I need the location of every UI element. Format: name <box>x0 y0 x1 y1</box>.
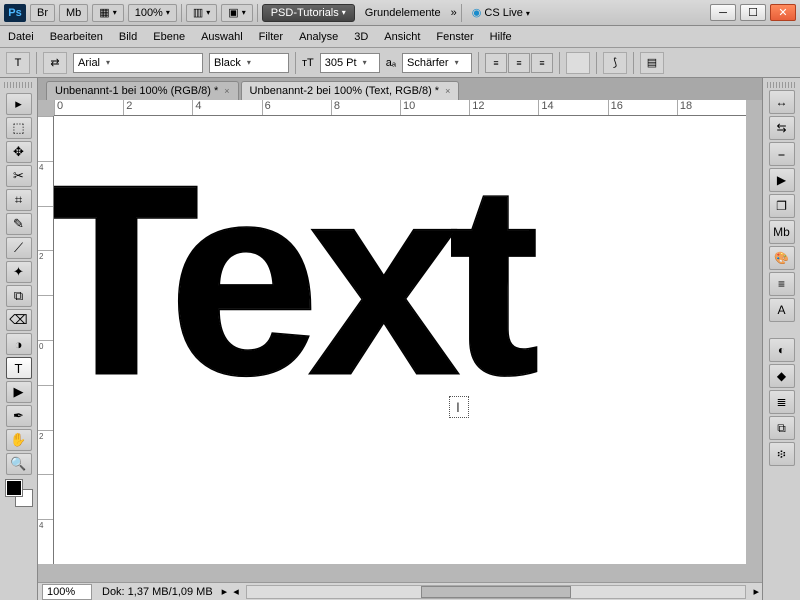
tool-button[interactable]: ⬚ <box>6 117 32 139</box>
tool-button[interactable]: ⌫ <box>6 309 32 331</box>
tool-button[interactable]: ⟋ <box>6 237 32 259</box>
panel-icon[interactable]: ፨ <box>769 442 795 466</box>
menu-filter[interactable]: Filter <box>259 31 283 43</box>
workspace-a[interactable]: PSD-Tutorials <box>262 4 355 22</box>
panel-icon[interactable]: ❐ <box>769 194 795 218</box>
separator <box>257 4 258 22</box>
menu-bearbeiten[interactable]: Bearbeiten <box>50 31 103 43</box>
horizontal-ruler: 024681012141618 <box>54 100 746 116</box>
minimize-button[interactable]: ─ <box>710 4 736 21</box>
tool-button[interactable]: ◑ <box>6 333 32 355</box>
font-size-select[interactable]: 305 Pt <box>320 53 380 73</box>
panel-icon[interactable]: ▶ <box>769 168 795 192</box>
minibridge-button[interactable]: Mb <box>59 4 88 22</box>
tool-button[interactable]: ▸ <box>6 93 32 115</box>
panel-icon[interactable]: 🎨 <box>769 246 795 270</box>
bridge-button[interactable]: Br <box>30 4 55 22</box>
tool-button[interactable]: 🔍 <box>6 453 32 475</box>
tool-button[interactable]: ⧉ <box>6 285 32 307</box>
tool-button[interactable]: T <box>6 357 32 379</box>
cs-live[interactable]: ◉ CS Live <box>466 4 536 21</box>
text-tool-indicator[interactable]: T <box>6 52 30 74</box>
align-right-button[interactable]: ≡ <box>531 53 553 73</box>
document-tab[interactable]: Unbenannt-1 bei 100% (RGB/8) *× <box>46 81 239 100</box>
panel-icon[interactable]: Mb <box>769 220 795 244</box>
canvas[interactable]: Text <box>54 116 746 564</box>
menu-ebene[interactable]: Ebene <box>153 31 185 43</box>
antialias-icon: aₐ <box>386 57 396 69</box>
menu-auswahl[interactable]: Auswahl <box>201 31 243 43</box>
zoom-menu[interactable]: 100% <box>128 4 177 22</box>
horizontal-scrollbar[interactable] <box>246 585 747 599</box>
arrange-menu[interactable]: ▥ <box>186 4 217 22</box>
tool-button[interactable]: ✎ <box>6 213 32 235</box>
panel-icon[interactable]: ≣ <box>769 390 795 414</box>
scroll-right-icon[interactable]: ▸ <box>750 585 762 598</box>
workspace-b[interactable]: Grundelemente <box>359 5 447 21</box>
doc-info-arrow-icon[interactable]: ▸ <box>219 585 231 598</box>
workspace-more-icon[interactable]: » <box>451 7 457 19</box>
panel-icon[interactable]: ≡ <box>769 272 795 296</box>
doc-info[interactable]: Dok: 1,37 MB/1,09 MB <box>96 586 219 598</box>
panel-icon[interactable]: ⎯ <box>769 142 795 166</box>
maximize-button[interactable]: ☐ <box>740 4 766 21</box>
app-logo: Ps <box>4 4 26 22</box>
panel-grip[interactable] <box>4 82 34 88</box>
panel-grip[interactable] <box>767 82 797 88</box>
tool-button[interactable]: ✒ <box>6 405 32 427</box>
menu-bild[interactable]: Bild <box>119 31 137 43</box>
panel-icon[interactable]: ↔ <box>769 90 795 114</box>
antialias-select[interactable]: Schärfer <box>402 53 472 73</box>
panel-icon[interactable]: ◐ <box>769 338 795 362</box>
text-orientation-button[interactable]: ⇄ <box>43 52 67 74</box>
text-cursor <box>449 396 469 418</box>
close-tab-icon[interactable]: × <box>445 86 450 96</box>
font-family-select[interactable]: Arial <box>73 53 203 73</box>
text-layer[interactable]: Text <box>54 126 529 436</box>
align-left-button[interactable]: ≡ <box>485 53 507 73</box>
font-weight-select[interactable]: Black <box>209 53 289 73</box>
document-tab[interactable]: Unbenannt-2 bei 100% (Text, RGB/8) *× <box>241 81 460 100</box>
tool-button[interactable]: ▶ <box>6 381 32 403</box>
screen-mode-menu[interactable]: ▣ <box>221 4 252 22</box>
panel-icon[interactable]: ◆ <box>769 364 795 388</box>
menu-datei[interactable]: Datei <box>8 31 34 43</box>
warp-text-button[interactable]: ⟆ <box>603 52 627 74</box>
color-swatches[interactable] <box>6 480 32 506</box>
frames-menu[interactable]: ▦ <box>92 4 123 22</box>
text-color-swatch[interactable] <box>566 52 590 74</box>
menu-ansicht[interactable]: Ansicht <box>384 31 420 43</box>
zoom-field[interactable]: 100% <box>42 584 92 600</box>
menu-analyse[interactable]: Analyse <box>299 31 338 43</box>
scroll-left-icon[interactable]: ◂ <box>230 585 242 598</box>
menu-3d[interactable]: 3D <box>354 31 368 43</box>
tool-button[interactable]: ⌗ <box>6 189 32 211</box>
close-tab-icon[interactable]: × <box>224 86 229 96</box>
panel-icon[interactable]: ⧉ <box>769 416 795 440</box>
character-panel-button[interactable]: ▤ <box>640 52 664 74</box>
font-size-icon: тT <box>302 57 314 69</box>
panel-icon[interactable]: ⇆ <box>769 116 795 140</box>
menu-fenster[interactable]: Fenster <box>436 31 473 43</box>
menu-hilfe[interactable]: Hilfe <box>490 31 512 43</box>
vertical-ruler: 42024 <box>38 116 54 564</box>
close-button[interactable]: ✕ <box>770 4 796 21</box>
align-center-button[interactable]: ≡ <box>508 53 530 73</box>
tool-button[interactable]: ✥ <box>6 141 32 163</box>
separator <box>181 4 182 22</box>
tool-button[interactable]: ✋ <box>6 429 32 451</box>
tool-button[interactable]: ✂ <box>6 165 32 187</box>
separator <box>461 4 462 22</box>
tool-button[interactable]: ✦ <box>6 261 32 283</box>
panel-icon[interactable]: A <box>769 298 795 322</box>
